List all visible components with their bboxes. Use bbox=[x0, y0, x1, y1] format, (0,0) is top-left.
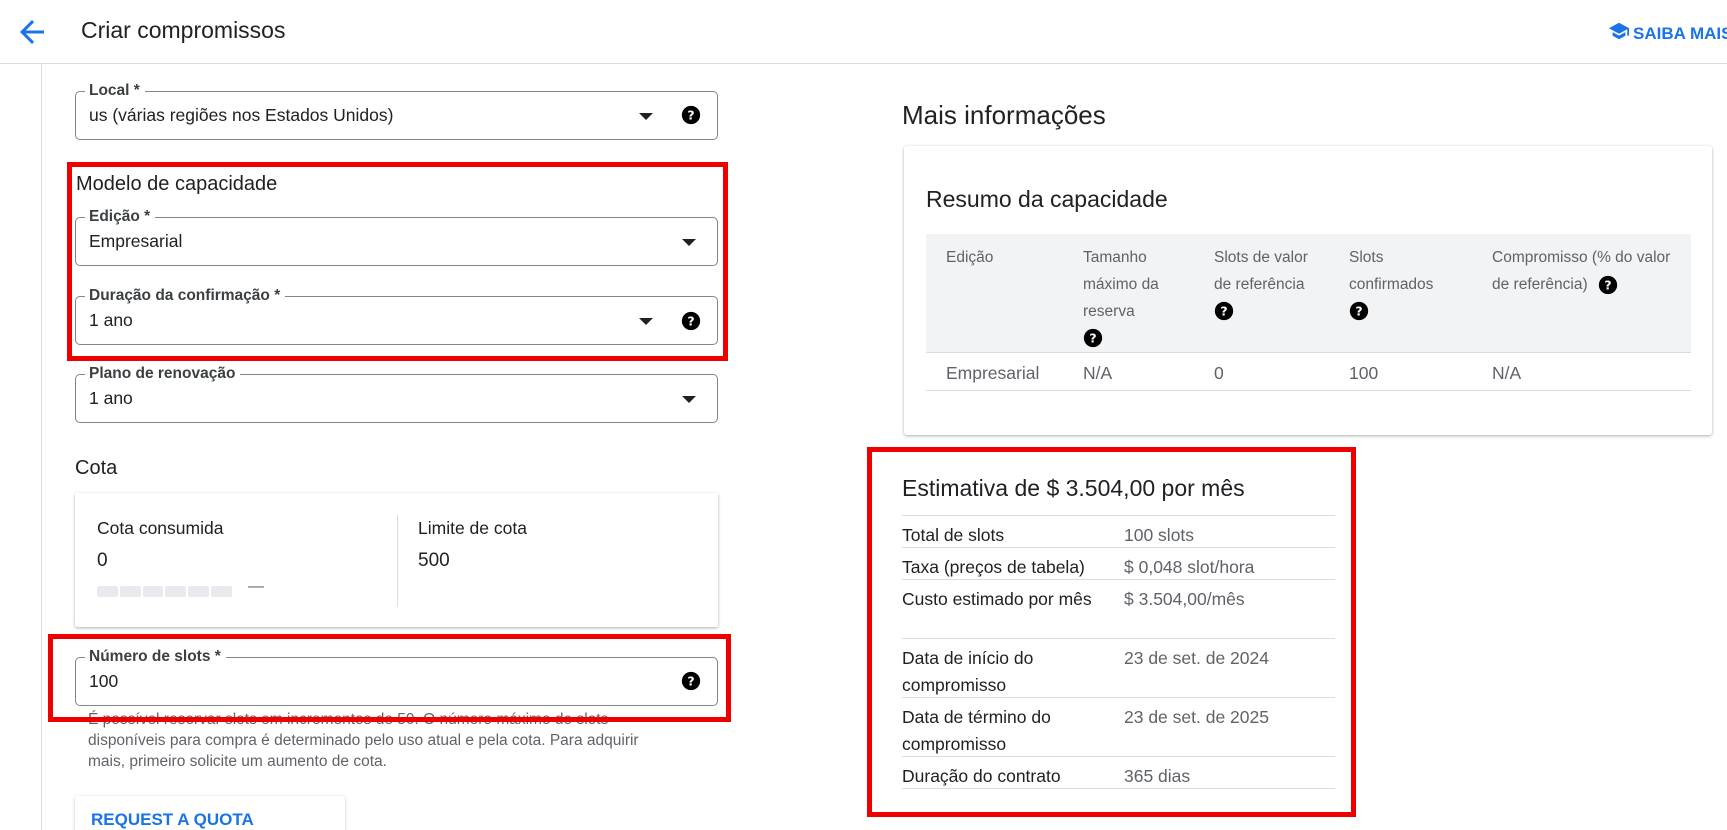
commitment-duration-label: Duração da confirmação * bbox=[85, 287, 286, 305]
capacity-table-header: Edição Tamanho máximo da reserva ? Slots… bbox=[926, 234, 1691, 353]
quota-limit-label: Limite de cota bbox=[418, 518, 527, 538]
help-icon[interactable]: ? bbox=[1349, 301, 1369, 321]
estimate-key: Data de término do compromisso bbox=[902, 707, 1051, 754]
column-header-max-reservation: Tamanho máximo da reserva ? bbox=[1083, 244, 1183, 348]
estimate-table: Total de slots 100 slots Taxa (preços de… bbox=[902, 515, 1335, 789]
column-header-edition: Edição bbox=[946, 249, 994, 266]
cell-baseline-slots: 0 bbox=[1214, 363, 1224, 383]
chevron-down-icon bbox=[682, 396, 696, 403]
estimate-row: Taxa (preços de tabela) $ 0,048 slot/hor… bbox=[902, 548, 1335, 580]
estimate-row: Total de slots 100 slots bbox=[902, 516, 1335, 548]
renewal-plan-value: 1 ano bbox=[89, 388, 133, 408]
left-divider bbox=[41, 64, 42, 830]
quota-consumed-value: 0 bbox=[97, 550, 108, 571]
page-title: Criar compromissos bbox=[81, 17, 286, 43]
capacity-table-row: Empresarial N/A 0 100 N/A bbox=[926, 353, 1691, 391]
cell-committed-slots: 100 bbox=[1349, 363, 1379, 383]
quota-progress-bar bbox=[97, 586, 232, 597]
help-icon[interactable]: ? bbox=[681, 311, 701, 331]
estimate-key: Custo estimado por mês bbox=[902, 589, 1092, 609]
location-value: us (várias regiões nos Estados Unidos) bbox=[89, 105, 394, 125]
help-icon[interactable]: ? bbox=[1214, 301, 1234, 321]
quota-limit-value: 500 bbox=[418, 550, 450, 571]
chevron-down-icon bbox=[639, 318, 653, 325]
svg-text:?: ? bbox=[1220, 304, 1227, 319]
quota-heading: Cota bbox=[75, 457, 118, 479]
help-icon[interactable]: ? bbox=[681, 105, 701, 125]
estimate-row: Data de início do compromisso 23 de set.… bbox=[902, 639, 1335, 698]
help-icon[interactable]: ? bbox=[681, 671, 701, 691]
estimate-value: 100 slots bbox=[1124, 525, 1195, 545]
estimate-value: $ 3.504,00/mês bbox=[1124, 589, 1245, 609]
quota-dash: — bbox=[248, 578, 264, 595]
learn-more-label: SAIBA MAIS bbox=[1633, 23, 1727, 43]
commitment-duration-value: 1 ano bbox=[89, 310, 133, 330]
capacity-summary-card: Resumo da capacidade Edição Tamanho máxi… bbox=[904, 146, 1712, 435]
estimate-title: Estimativa de $ 3.504,00 por mês bbox=[902, 475, 1245, 501]
svg-text:?: ? bbox=[687, 674, 694, 689]
location-label: Local * bbox=[85, 82, 145, 100]
help-icon[interactable]: ? bbox=[1083, 328, 1103, 348]
column-header-committed-slots: Slots confirmados ? bbox=[1349, 244, 1459, 321]
estimate-row: Duração do contrato 365 dias bbox=[902, 757, 1335, 789]
quota-divider bbox=[397, 515, 398, 607]
slots-input[interactable]: Número de slots * 100 ? bbox=[75, 648, 718, 706]
svg-text:?: ? bbox=[1089, 331, 1096, 346]
school-icon bbox=[1608, 20, 1630, 47]
edition-label: Edição * bbox=[85, 208, 156, 226]
estimate-key: Taxa (preços de tabela) bbox=[902, 557, 1085, 577]
cell-edition: Empresarial bbox=[946, 363, 1040, 383]
svg-text:?: ? bbox=[687, 314, 694, 329]
quota-card: Cota consumida 0 — Limite de cota 500 bbox=[75, 493, 718, 627]
svg-text:?: ? bbox=[1604, 277, 1611, 292]
edition-select[interactable]: Edição * Empresarial bbox=[75, 208, 718, 266]
chevron-down-icon bbox=[682, 239, 696, 246]
svg-text:?: ? bbox=[1355, 304, 1362, 319]
renewal-plan-label: Plano de renovação bbox=[85, 365, 241, 383]
cell-max-reservation: N/A bbox=[1083, 363, 1113, 383]
slots-hint: É possível reservar slots em incrementos… bbox=[88, 711, 639, 770]
commitment-duration-select[interactable]: Duração da confirmação * 1 ano ? bbox=[75, 287, 718, 345]
edition-value: Empresarial bbox=[89, 231, 183, 251]
request-quota-increase-button[interactable]: REQUEST A QUOTA INCREASE bbox=[75, 796, 345, 830]
estimate-value: 365 dias bbox=[1124, 766, 1191, 786]
slots-label: Número de slots * bbox=[85, 648, 226, 666]
estimate-value: $ 0,048 slot/hora bbox=[1124, 557, 1255, 577]
svg-text:?: ? bbox=[687, 108, 694, 123]
cell-commitment-percent: N/A bbox=[1492, 363, 1522, 383]
column-header-baseline-slots: Slots de valor de referência ? bbox=[1214, 244, 1309, 321]
estimate-key: Data de início do compromisso bbox=[902, 648, 1034, 695]
chevron-down-icon bbox=[639, 113, 653, 120]
estimate-value: 23 de set. de 2024 bbox=[1124, 648, 1269, 668]
estimate-key: Total de slots bbox=[902, 525, 1005, 545]
top-bar: Criar compromissos SAIBA MAIS bbox=[0, 0, 1727, 64]
estimate-row: Custo estimado por mês $ 3.504,00/mês bbox=[902, 580, 1335, 639]
column-header-commitment-percent: Compromisso (% do valor de referência) ? bbox=[1492, 249, 1671, 295]
back-arrow-icon[interactable] bbox=[14, 14, 50, 50]
slots-value[interactable]: 100 bbox=[89, 671, 118, 692]
capacity-model-heading: Modelo de capacidade bbox=[76, 173, 278, 195]
estimate-value: 23 de set. de 2025 bbox=[1124, 707, 1269, 727]
capacity-summary-title: Resumo da capacidade bbox=[926, 186, 1168, 212]
renewal-plan-select[interactable]: Plano de renovação 1 ano bbox=[75, 365, 718, 423]
more-info-title: Mais informações bbox=[902, 100, 1106, 130]
quota-consumed-label: Cota consumida bbox=[97, 518, 224, 538]
help-icon[interactable]: ? bbox=[1598, 275, 1618, 295]
location-select[interactable]: Local * us (várias regiões nos Estados U… bbox=[75, 82, 718, 140]
estimate-key: Duração do contrato bbox=[902, 766, 1061, 786]
learn-more-button[interactable]: SAIBA MAIS bbox=[1608, 20, 1727, 47]
estimate-row: Data de término do compromisso 23 de set… bbox=[902, 698, 1335, 757]
